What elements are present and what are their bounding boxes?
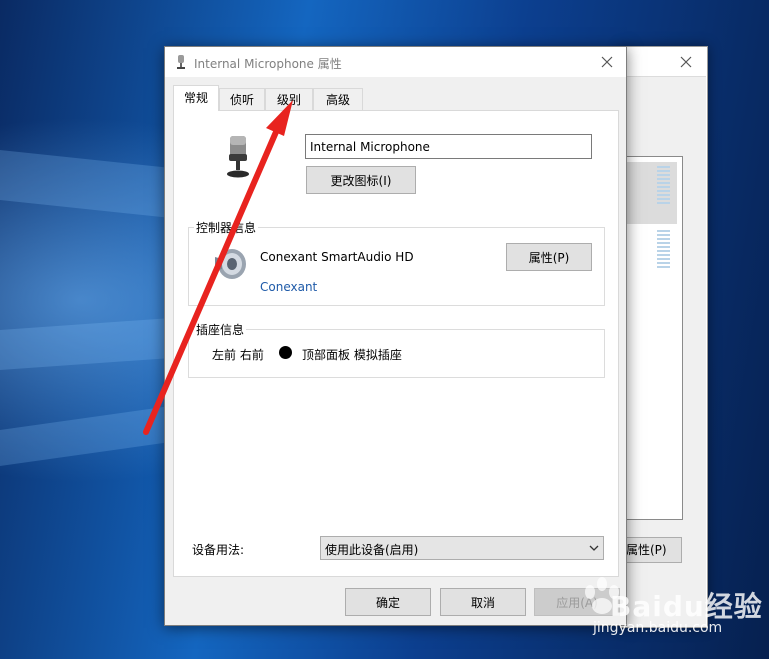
level-meter — [657, 166, 670, 206]
cancel-button[interactable]: 取消 — [440, 588, 526, 616]
tab-general[interactable]: 常规 — [173, 85, 219, 111]
microphone-icon — [227, 136, 249, 178]
device-name-input[interactable] — [305, 134, 592, 159]
controller-name: Conexant SmartAudio HD — [260, 250, 414, 264]
microphone-icon — [177, 55, 185, 69]
chevron-down-icon — [589, 545, 599, 551]
close-icon[interactable] — [598, 53, 616, 71]
level-meter — [657, 230, 670, 270]
tab-levels[interactable]: 级别 — [265, 88, 313, 110]
microphone-properties-dialog: Internal Microphone 属性 常规 侦听 级别 高级 更改图标(… — [164, 46, 627, 626]
device-usage-label: 设备用法: — [192, 543, 245, 557]
watermark-brand: Baidu经验 — [610, 590, 763, 623]
window-title: Internal Microphone 属性 — [194, 57, 342, 71]
close-icon[interactable] — [676, 52, 696, 72]
device-usage-select[interactable]: 使用此设备(启用) — [320, 536, 604, 560]
jack-location: 顶部面板 模拟插座 — [302, 348, 402, 362]
background-properties-button[interactable]: 属性(P) — [620, 537, 682, 563]
change-icon-button[interactable]: 更改图标(I) — [306, 166, 416, 194]
title-bar: Internal Microphone 属性 — [165, 47, 626, 77]
controller-properties-button[interactable]: 属性(P) — [506, 243, 592, 271]
controller-vendor-link[interactable]: Conexant — [260, 280, 317, 294]
speaker-icon — [215, 249, 246, 279]
jack-position: 左前 右前 — [212, 348, 264, 362]
device-usage-value: 使用此设备(启用) — [325, 543, 419, 557]
watermark-url: jingyan.baidu.com — [593, 620, 723, 636]
ok-button[interactable]: 确定 — [345, 588, 431, 616]
controller-info-label: 控制器信息 — [194, 219, 259, 236]
tab-listen[interactable]: 侦听 — [219, 88, 265, 110]
jack-info-label: 插座信息 — [194, 321, 247, 338]
tab-advanced[interactable]: 高级 — [313, 88, 363, 110]
jack-dot-icon — [279, 346, 292, 359]
